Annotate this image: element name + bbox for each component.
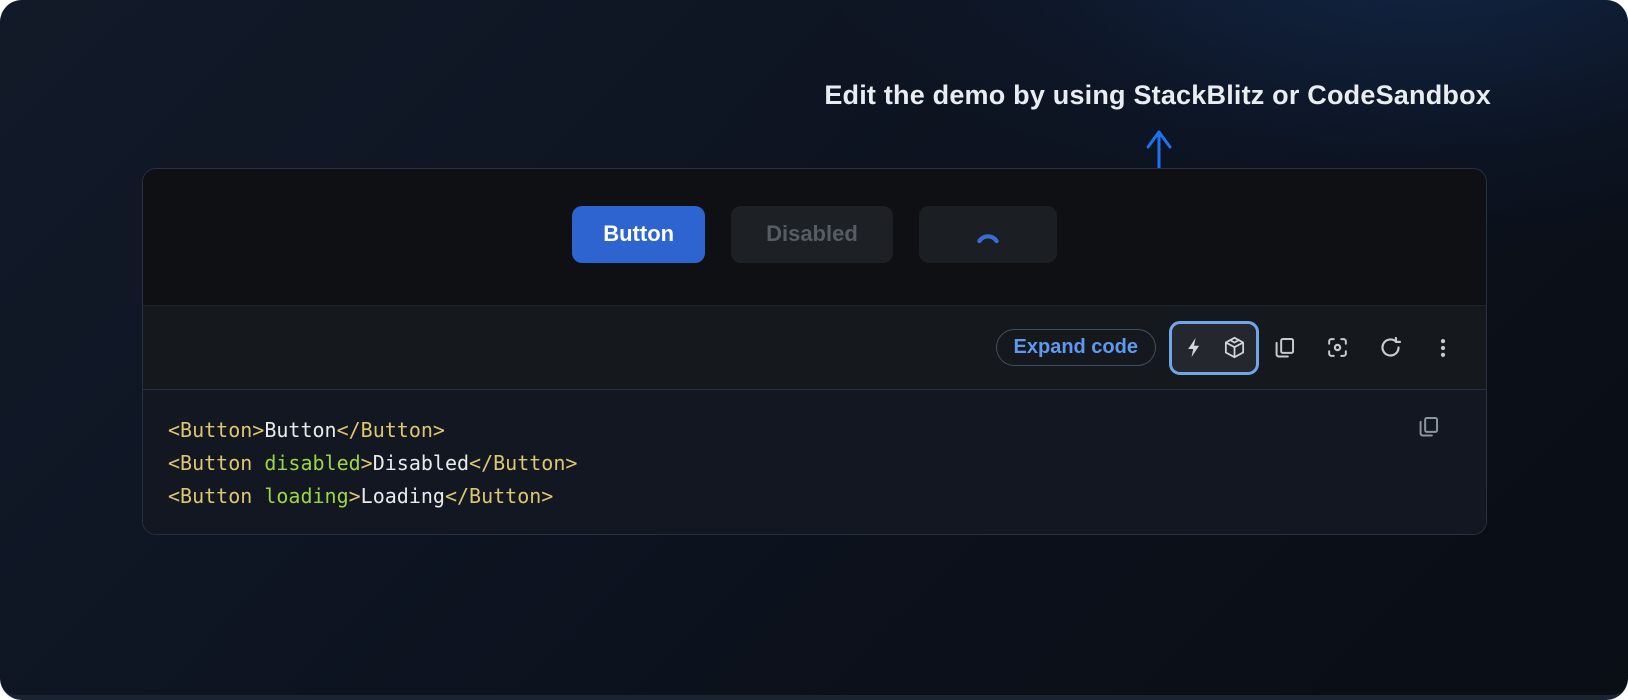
demo-button-disabled[interactable]: Disabled <box>731 206 893 263</box>
codesandbox-icon <box>1222 335 1247 360</box>
copy-button[interactable] <box>1271 335 1297 361</box>
demo-toolbar: Expand code <box>143 306 1486 390</box>
refresh-button[interactable] <box>1377 335 1403 361</box>
stackblitz-button[interactable] <box>1181 335 1207 361</box>
code-line: <Button>Button</Button> <box>168 414 1461 447</box>
more-button[interactable] <box>1430 335 1456 361</box>
code-block: <Button>Button</Button><Button disabled>… <box>143 390 1486 535</box>
code-snippet: <Button>Button</Button><Button disabled>… <box>168 414 1461 513</box>
screenshot-frame: Edit the demo by using StackBlitz or Cod… <box>0 0 1628 700</box>
codesandbox-button[interactable] <box>1221 335 1247 361</box>
demo-button-primary-label: Button <box>603 221 674 247</box>
demo-preview: Button Disabled <box>143 169 1486 306</box>
refresh-icon <box>1378 335 1403 360</box>
copy-icon <box>1272 335 1297 360</box>
copy-icon <box>1416 414 1441 439</box>
focus-icon <box>1325 335 1350 360</box>
demo-button-primary[interactable]: Button <box>572 206 705 263</box>
demo-card: Button Disabled Expand code <box>142 168 1487 535</box>
focus-button[interactable] <box>1324 335 1350 361</box>
stackblitz-icon <box>1183 336 1206 359</box>
more-icon <box>1431 336 1455 360</box>
code-line: <Button disabled>Disabled</Button> <box>168 447 1461 480</box>
editor-icons-group <box>1169 321 1259 375</box>
code-line: <Button loading>Loading</Button> <box>168 480 1461 513</box>
copy-code-button[interactable] <box>1415 413 1441 439</box>
expand-code-button[interactable]: Expand code <box>996 329 1156 366</box>
demo-button-loading[interactable] <box>919 206 1057 263</box>
demo-button-disabled-label: Disabled <box>766 221 858 247</box>
loading-spinner-icon <box>974 225 1002 244</box>
annotation-label: Edit the demo by using StackBlitz or Cod… <box>824 80 1491 111</box>
